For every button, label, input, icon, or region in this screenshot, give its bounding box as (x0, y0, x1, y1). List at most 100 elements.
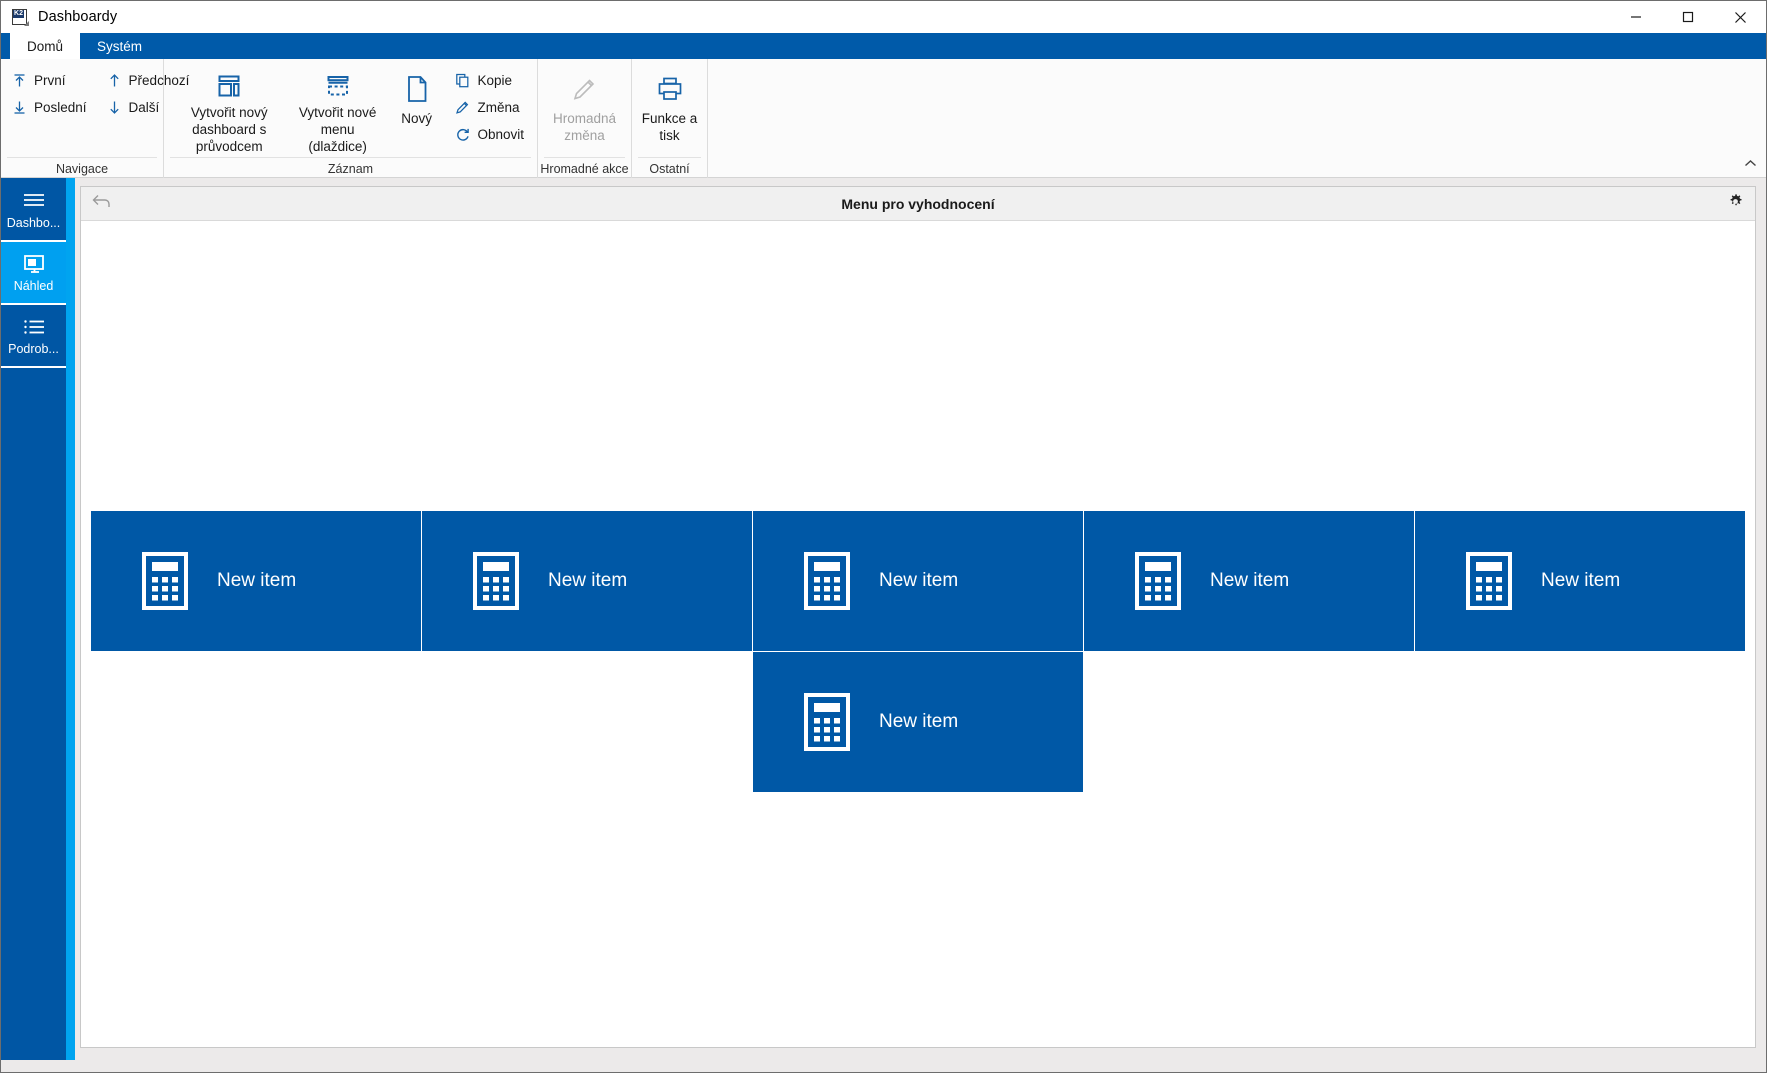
tab-domu-label: Domů (27, 38, 64, 54)
printer-icon (656, 71, 684, 107)
tile-label: New item (1541, 570, 1621, 591)
tile-new-item-5[interactable]: New item (1415, 511, 1745, 651)
close-button[interactable] (1714, 1, 1766, 33)
back-button[interactable] (84, 188, 118, 220)
tile-new-item-3[interactable]: New item (753, 511, 1083, 651)
tile-new-item-2[interactable]: New item (422, 511, 752, 651)
last-record-label: Poslední (34, 100, 87, 115)
copy-icon (454, 72, 471, 89)
create-tile-menu-label: Vytvořit nové menu (dlaždice) (298, 105, 377, 154)
sidebar-item-podrobnosti[interactable]: Podrob... (1, 305, 66, 368)
refresh-label: Obnovit (477, 127, 524, 142)
copy-record-label: Kopie (477, 73, 512, 88)
first-record-button[interactable]: První (7, 67, 94, 94)
sidebar-item-dashboardy[interactable]: Dashbo... (1, 179, 66, 242)
gear-icon (1727, 193, 1744, 215)
ribbon-group-navigace: První Předchozí Poslední Další Navigace (1, 59, 189, 178)
app-window: K2 Dashboardy Domů Systém První Předchoz… (0, 0, 1767, 1073)
title-bar: K2 Dashboardy (1, 1, 1766, 33)
tiles-canvas: New item New item New item New item New … (91, 511, 1755, 1047)
bulk-edit-button[interactable]: Hromadná změna (544, 65, 625, 151)
list-detail-icon (21, 315, 47, 339)
refresh-button[interactable]: Obnovit (450, 121, 531, 148)
ribbon: První Předchozí Poslední Další Navigace … (1, 59, 1766, 178)
ribbon-group-hromadne-akce-body: Hromadná změna (538, 59, 631, 158)
calculator-icon (803, 693, 851, 751)
sidebar-item-podrobnosti-label: Podrob... (8, 342, 59, 356)
page-title: Menu pro vyhodnocení (841, 195, 995, 212)
new-record-button[interactable]: Nový (387, 65, 447, 151)
ribbon-group-navigace-body: První Předchozí Poslední Další (1, 59, 189, 158)
ribbon-group-navigace-label: Navigace (1, 158, 163, 178)
content-header: Menu pro vyhodnocení (81, 187, 1755, 221)
sidebar-accent-strip (66, 178, 75, 1060)
calculator-icon (472, 552, 520, 610)
tile-new-item-1[interactable]: New item (91, 511, 421, 651)
ribbon-group-ostatni: Funkce a tisk Ostatní (632, 59, 708, 178)
hamburger-lines-icon (21, 189, 47, 213)
ribbon-group-hromadne-akce-label: Hromadné akce (538, 158, 631, 178)
sidebar-item-dashboardy-label: Dashbo... (6, 216, 61, 230)
tiles-area: New item New item New item New item New … (81, 221, 1755, 1047)
first-record-label: První (34, 73, 66, 88)
arrow-down-icon (106, 99, 123, 116)
last-record-button[interactable]: Poslední (7, 94, 94, 121)
functions-and-print-button[interactable]: Funkce a tisk (638, 65, 701, 151)
tab-system[interactable]: Systém (80, 33, 159, 59)
pencil-icon (571, 71, 599, 107)
ribbon-group-ostatni-body: Funkce a tisk (632, 59, 707, 158)
calculator-icon (1134, 552, 1182, 610)
tile-label: New item (548, 570, 628, 591)
arrow-to-bottom-icon (11, 99, 28, 116)
new-record-label: Nový (401, 111, 432, 126)
sidebar-item-nahled-label: Náhled (13, 279, 54, 293)
sidebar: Dashbo... Náhled Podrob... (1, 178, 66, 1060)
main-area: Dashbo... Náhled Podrob... Menu pro vyho… (1, 178, 1766, 1060)
create-dashboard-wizard-label: Vytvořit nový dashboard s průvodcem (190, 105, 268, 154)
copy-record-button[interactable]: Kopie (450, 67, 531, 94)
status-bar (1, 1060, 1766, 1072)
pencil-icon (454, 99, 471, 116)
create-dashboard-wizard-button[interactable]: Vytvořit nový dashboard s průvodcem (170, 65, 288, 154)
ribbon-group-hromadne-akce: Hromadná změna Hromadné akce (538, 59, 632, 178)
edit-record-label: Změna (477, 100, 520, 115)
content-panel: Menu pro vyhodnocení New item New item N… (80, 186, 1756, 1048)
tab-domu[interactable]: Domů (10, 33, 81, 59)
edit-record-button[interactable]: Změna (450, 94, 531, 121)
monitor-icon (21, 252, 47, 276)
new-document-icon (402, 71, 432, 107)
minimize-button[interactable] (1610, 1, 1662, 33)
tile-label: New item (879, 711, 959, 732)
tile-label: New item (879, 570, 959, 591)
tile-new-item-6[interactable]: New item (753, 652, 1083, 792)
collapse-ribbon-button[interactable] (1741, 155, 1759, 173)
maximize-button[interactable] (1662, 1, 1714, 33)
next-record-label: Další (128, 100, 160, 115)
title-bar-left: K2 Dashboardy (1, 8, 118, 26)
calculator-icon (803, 552, 851, 610)
create-tile-menu-button[interactable]: Vytvořit nové menu (dlaždice) (288, 65, 386, 154)
arrow-up-icon (106, 72, 123, 89)
calculator-icon (1465, 552, 1513, 610)
ribbon-tabstrip: Domů Systém (1, 33, 1766, 59)
tile-label: New item (1210, 570, 1290, 591)
tile-menu-icon (323, 71, 353, 101)
functions-and-print-label: Funkce a tisk (641, 111, 698, 143)
ribbon-group-zaznam-label: Záznam (164, 158, 537, 178)
ribbon-group-zaznam-body: Vytvořit nový dashboard s průvodcem Vytv… (164, 59, 537, 158)
content-wrapper: Menu pro vyhodnocení New item New item N… (75, 178, 1766, 1060)
back-arrow-icon (92, 193, 111, 214)
tile-label: New item (217, 570, 297, 591)
record-small-buttons: Kopie Změna Obnovit (450, 65, 531, 148)
tab-system-label: Systém (97, 38, 143, 54)
refresh-icon (454, 126, 471, 143)
arrow-to-top-icon (11, 72, 28, 89)
calculator-icon (141, 552, 189, 610)
dashboard-layout-icon (214, 71, 244, 101)
tile-new-item-4[interactable]: New item (1084, 511, 1414, 651)
settings-button[interactable] (1724, 193, 1746, 215)
bulk-edit-label: Hromadná změna (552, 111, 617, 143)
window-title: Dashboardy (38, 9, 118, 25)
sidebar-item-nahled[interactable]: Náhled (1, 242, 66, 305)
k2-document-icon: K2 (12, 8, 29, 26)
